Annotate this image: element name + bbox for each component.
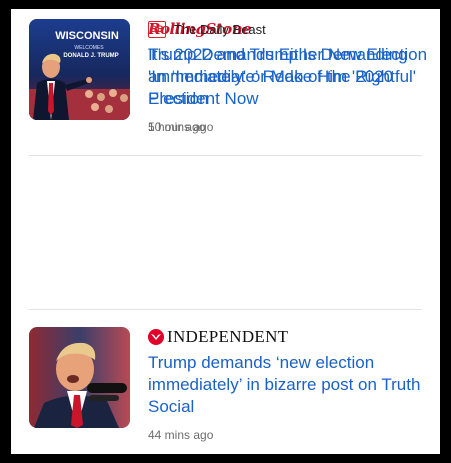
independent-logo-text: INDEPENDENT <box>167 327 289 346</box>
dailybeast-logo-text: The Daily Beast <box>174 21 266 37</box>
sign-text: WISCONSIN <box>55 30 119 42</box>
headline-link[interactable]: Trump Demands Either New Election 'Immed… <box>148 44 430 110</box>
news-item[interactable]: INDEPENDENT Trump demands ‘new election … <box>11 317 440 454</box>
news-item[interactable]: WISCONSIN WELCOMES DONALD J. TRUMP DB Th… <box>11 9 440 163</box>
divider <box>29 309 422 310</box>
timestamp: 44 mins ago <box>148 428 214 442</box>
headline-link[interactable]: Trump demands ‘new election immediately’… <box>148 352 430 418</box>
sign-text: WELCOMES <box>74 45 104 51</box>
sign-text: DONALD J. TRUMP <box>63 53 118 59</box>
independent-eagle-icon <box>148 329 164 345</box>
article-thumbnail[interactable] <box>29 327 130 428</box>
timestamp: 50 mins ago <box>148 120 214 134</box>
trump-speaking-image <box>29 327 130 428</box>
trump-rally-image: WISCONSIN WELCOMES DONALD J. TRUMP <box>29 19 130 120</box>
source-logo[interactable]: INDEPENDENT <box>148 327 288 347</box>
article-thumbnail[interactable]: WISCONSIN WELCOMES DONALD J. TRUMP <box>29 19 130 120</box>
dailybeast-logo-icon: DB <box>148 20 166 38</box>
news-feed-card: RollingStone It’s 2022 and Trump Is Dema… <box>11 9 440 454</box>
source-logo[interactable]: DB The Daily Beast <box>148 19 266 39</box>
